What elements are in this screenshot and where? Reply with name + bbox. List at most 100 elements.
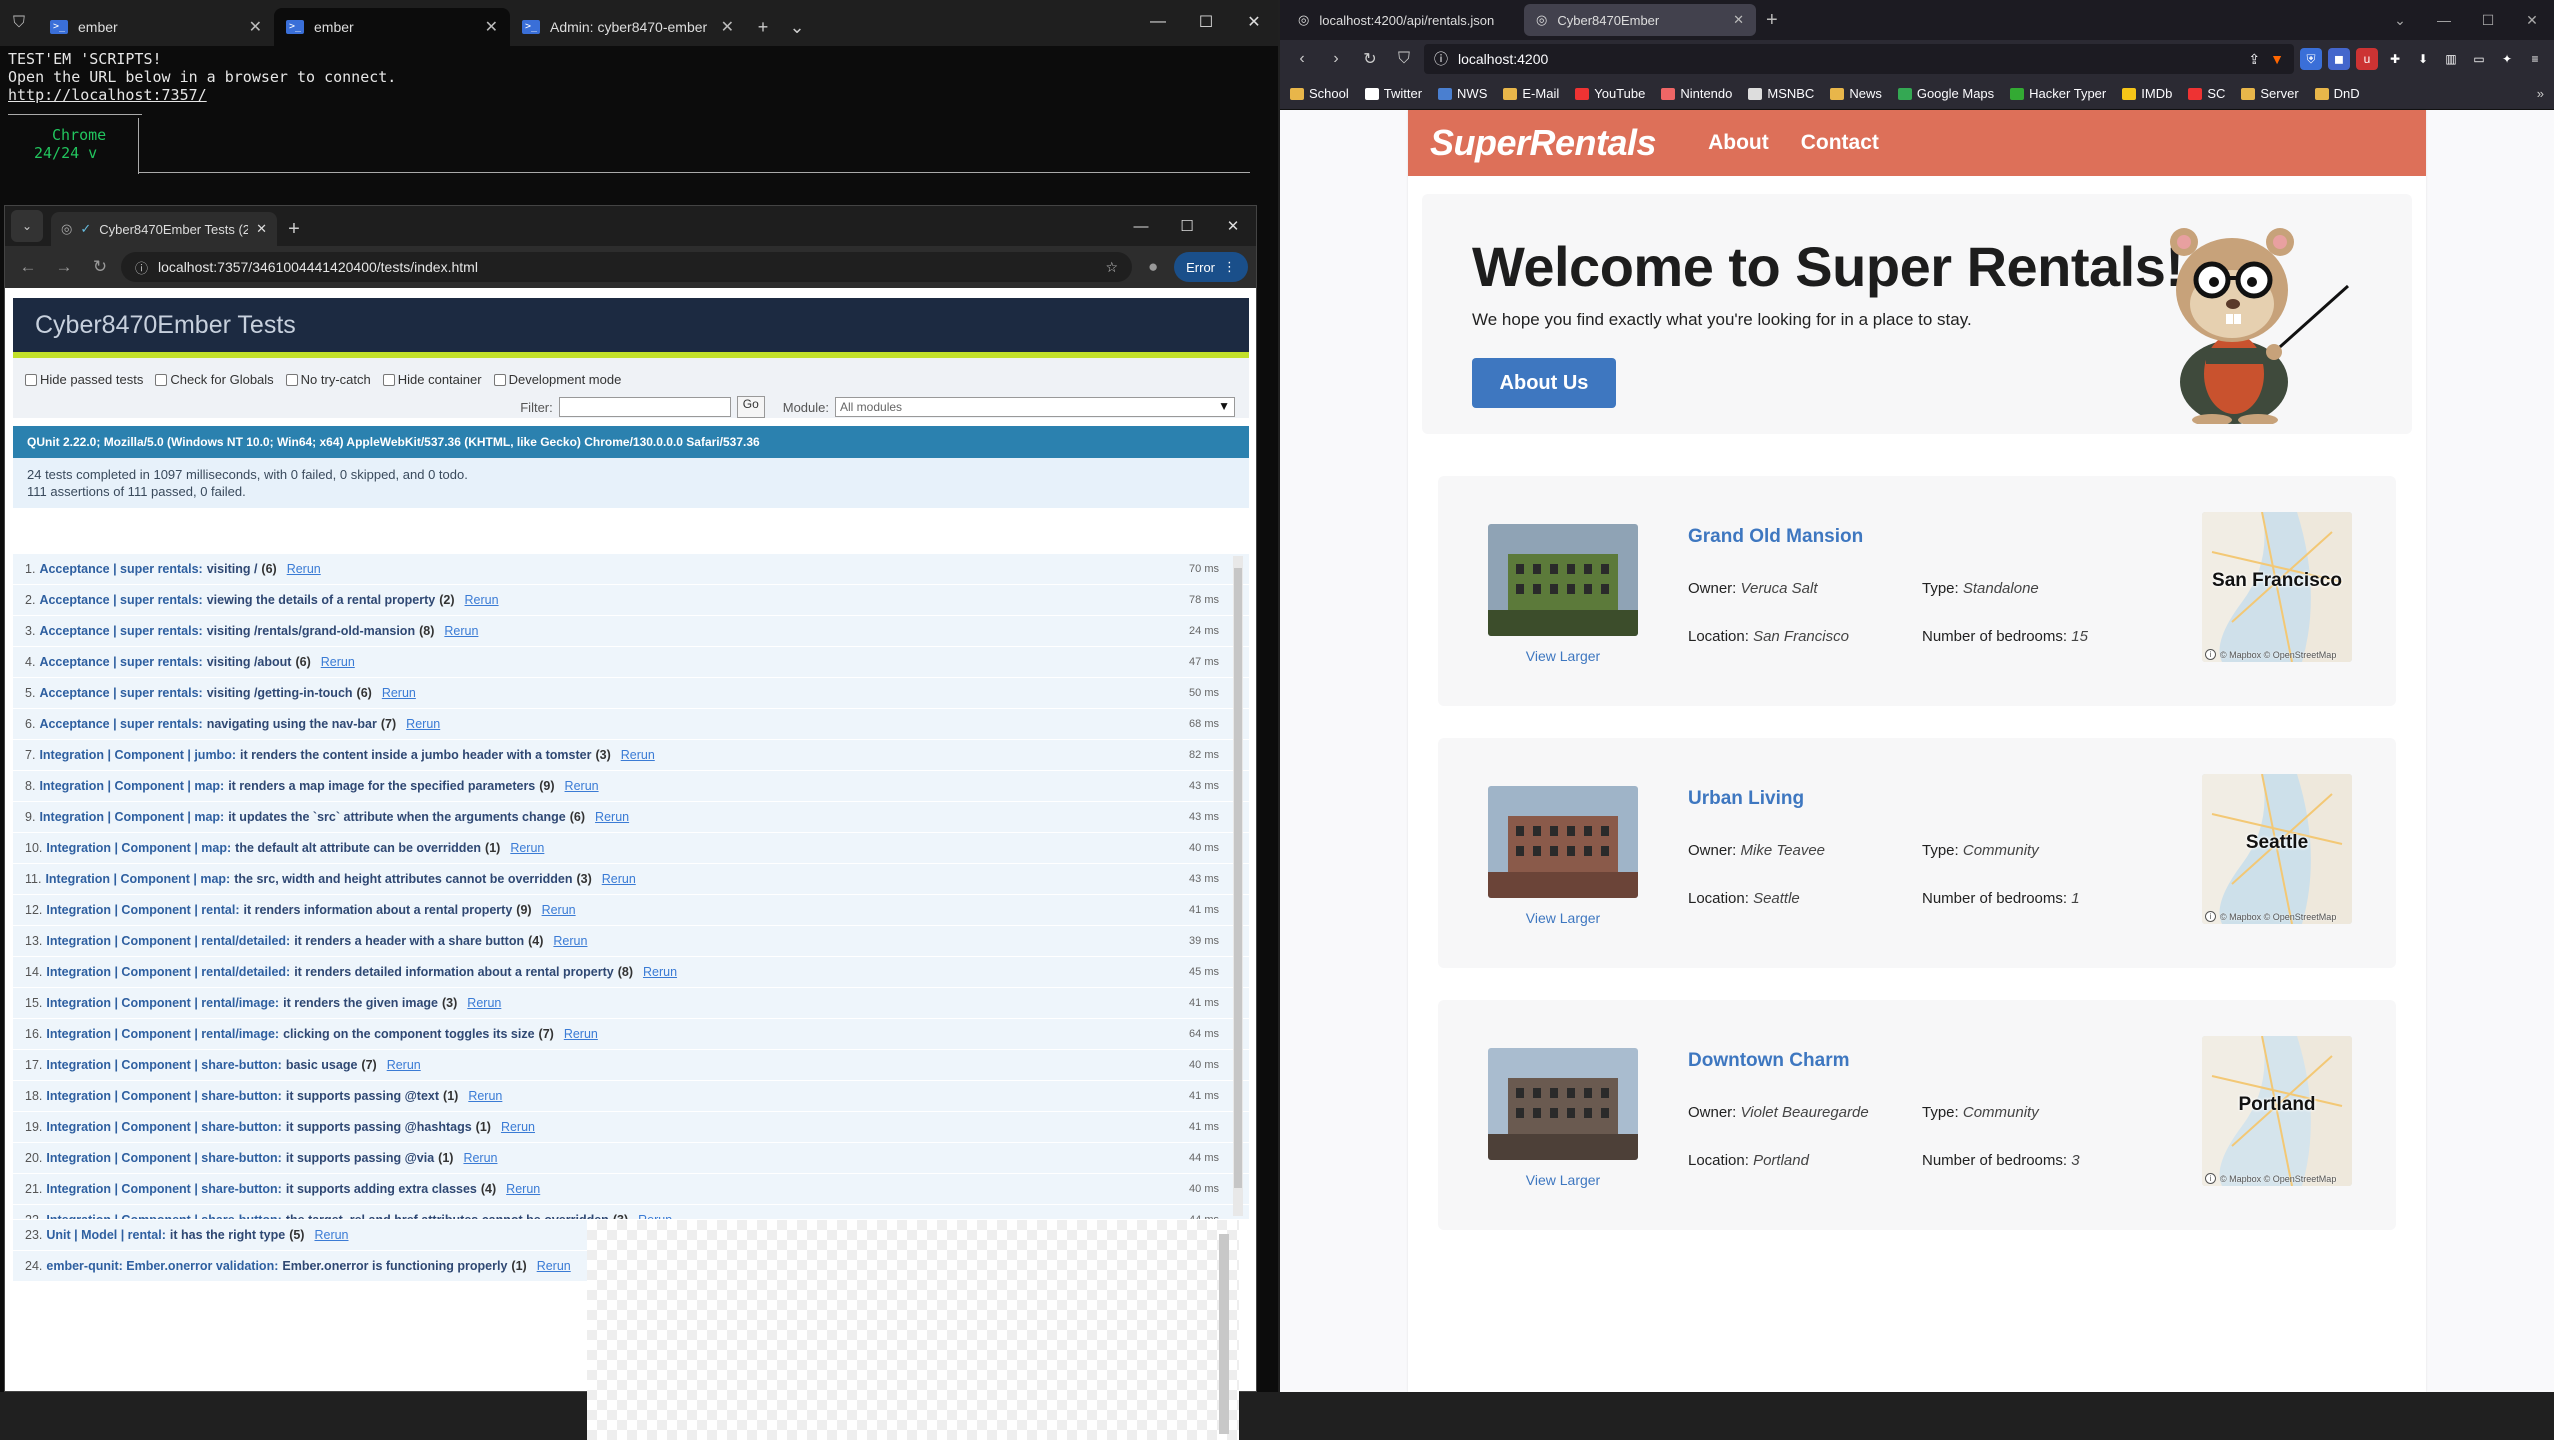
- test-row[interactable]: 16. Integration | Component | rental/imag…: [13, 1019, 1249, 1050]
- rerun-link[interactable]: Rerun: [406, 717, 440, 731]
- maximize-button[interactable]: ☐: [2466, 0, 2510, 40]
- map-info-icon[interactable]: i: [2205, 911, 2216, 922]
- test-row[interactable]: 9. Integration | Component | map: it updat…: [13, 802, 1249, 833]
- overflow-chevron-icon[interactable]: »: [2537, 86, 2544, 101]
- rental-title[interactable]: Grand Old Mansion: [1688, 526, 1863, 548]
- new-tab-button[interactable]: +: [277, 212, 311, 246]
- checkbox-icon[interactable]: [25, 373, 37, 386]
- view-larger-button[interactable]: View Larger: [1488, 1172, 1638, 1188]
- rerun-link[interactable]: Rerun: [621, 748, 655, 762]
- test-row[interactable]: 23. Unit | Model | rental: it has the righ…: [13, 1220, 587, 1251]
- bitwarden-icon[interactable]: ◼: [2328, 48, 2350, 70]
- nav-link-about[interactable]: About: [1708, 131, 1769, 155]
- option-checkbox[interactable]: Hide passed tests: [25, 372, 143, 387]
- tab-search-icon[interactable]: ⌄: [11, 210, 43, 242]
- checkbox-icon[interactable]: [382, 373, 395, 386]
- close-icon[interactable]: ✕: [249, 17, 262, 37]
- address-bar[interactable]: ⓘ localhost:4200 ⇪ ▼: [1424, 44, 2294, 74]
- bookmark-msnbc[interactable]: MSNBC: [1748, 86, 1814, 101]
- rerun-link[interactable]: Rerun: [314, 1228, 348, 1242]
- rerun-link[interactable]: Rerun: [643, 965, 677, 979]
- go-button[interactable]: Go: [736, 396, 765, 418]
- bookmark-dnd[interactable]: DnD: [2314, 86, 2360, 101]
- test-row[interactable]: 22. Integration | Component | share-butto…: [13, 1205, 1249, 1219]
- menu-icon[interactable]: ≡: [2524, 48, 2546, 70]
- rerun-link[interactable]: Rerun: [468, 1089, 502, 1103]
- module-select[interactable]: All modules ▼: [835, 397, 1235, 417]
- terminal-tab-3[interactable]: >_ Admin: cyber8470-ember [mai ✕: [510, 8, 746, 46]
- view-larger-button[interactable]: View Larger: [1488, 910, 1638, 926]
- rerun-link[interactable]: Rerun: [565, 779, 599, 793]
- checkbox-icon[interactable]: [285, 373, 298, 386]
- checkbox-icon[interactable]: [155, 373, 168, 386]
- scrollbar-thumb[interactable]: [1234, 568, 1242, 1188]
- map-info-icon[interactable]: i: [2205, 1173, 2216, 1184]
- rerun-link[interactable]: Rerun: [287, 562, 321, 576]
- rerun-link[interactable]: Rerun: [595, 810, 629, 824]
- close-button[interactable]: ✕: [1230, 0, 1278, 44]
- error-button[interactable]: Error ⋮: [1174, 252, 1248, 282]
- test-row[interactable]: 14. Integration | Component | rental/deta…: [13, 957, 1249, 988]
- bookmark-nintendo[interactable]: Nintendo: [1661, 86, 1732, 101]
- reload-icon[interactable]: ↻: [85, 252, 115, 282]
- rerun-link[interactable]: Rerun: [465, 593, 499, 607]
- test-row[interactable]: 10. Integration | Component | map: the def…: [13, 833, 1249, 864]
- option-checkbox[interactable]: Hide container: [382, 372, 482, 387]
- rerun-link[interactable]: Rerun: [444, 624, 478, 638]
- bookmark-e-mail[interactable]: E-Mail: [1503, 86, 1559, 101]
- terminal-url[interactable]: http://localhost:7357/: [8, 86, 207, 104]
- wallet-icon[interactable]: ▭: [2468, 48, 2490, 70]
- rerun-link[interactable]: Rerun: [463, 1151, 497, 1165]
- map-info-icon[interactable]: i: [2205, 649, 2216, 660]
- reload-icon[interactable]: ↻: [1356, 45, 1384, 73]
- back-icon[interactable]: ←: [13, 252, 43, 282]
- shield-icon[interactable]: ⛉: [0, 0, 38, 46]
- rerun-link[interactable]: Rerun: [553, 934, 587, 948]
- minimize-button[interactable]: —: [1118, 206, 1164, 246]
- chrome-tab[interactable]: ◎ ✓ Cyber8470Ember Tests (24/2 ✕: [51, 212, 277, 246]
- test-row[interactable]: 8. Integration | Component | map: it rende…: [13, 771, 1249, 802]
- shield-extension-icon[interactable]: ⛨: [2300, 48, 2322, 70]
- close-icon[interactable]: ✕: [1733, 12, 1744, 28]
- rerun-link[interactable]: Rerun: [564, 1027, 598, 1041]
- bookmark-imdb[interactable]: IMDb: [2122, 86, 2172, 101]
- scrollbar[interactable]: [1233, 556, 1243, 1216]
- test-row[interactable]: 11. Integration | Component | map: the src…: [13, 864, 1249, 895]
- rerun-link[interactable]: Rerun: [537, 1259, 571, 1273]
- new-tab-button[interactable]: +: [1766, 9, 1778, 32]
- about-us-button[interactable]: About Us: [1472, 358, 1616, 408]
- star-icon[interactable]: ☆: [1106, 259, 1119, 276]
- info-icon[interactable]: ⓘ: [1434, 49, 1448, 69]
- rerun-link[interactable]: Rerun: [638, 1213, 672, 1219]
- terminal-tab-2[interactable]: >_ ember ✕: [274, 8, 510, 46]
- checkbox-icon[interactable]: [493, 373, 506, 386]
- site-logo[interactable]: SuperRentals: [1430, 122, 1657, 164]
- bookmark-nws[interactable]: NWS: [1438, 86, 1487, 101]
- rerun-link[interactable]: Rerun: [387, 1058, 421, 1072]
- forward-icon[interactable]: ›: [1322, 45, 1350, 73]
- bookmark-school[interactable]: School: [1290, 86, 1349, 101]
- rerun-link[interactable]: Rerun: [321, 655, 355, 669]
- share-icon[interactable]: ⇪: [2248, 51, 2260, 68]
- test-row[interactable]: 3. Acceptance | super rentals: visiting /r…: [13, 616, 1249, 647]
- test-row[interactable]: 17. Integration | Component | share-butto…: [13, 1050, 1249, 1081]
- option-checkbox[interactable]: Development mode: [493, 372, 621, 387]
- test-row[interactable]: 18. Integration | Component | share-butto…: [13, 1081, 1249, 1112]
- rerun-link[interactable]: Rerun: [510, 841, 544, 855]
- rental-title[interactable]: Urban Living: [1688, 788, 1804, 810]
- terminal-tab-1[interactable]: >_ ember ✕: [38, 8, 274, 46]
- firefox-tab-2[interactable]: ◎ Cyber8470Ember ✕: [1524, 4, 1756, 36]
- test-row[interactable]: 24. ember-qunit: Ember.onerror validation…: [13, 1251, 587, 1282]
- forward-icon[interactable]: →: [49, 252, 79, 282]
- option-checkbox[interactable]: No try-catch: [285, 372, 371, 387]
- profile-icon[interactable]: ●: [1138, 252, 1168, 282]
- bookmark-icon[interactable]: ⛉: [1390, 45, 1418, 73]
- test-row[interactable]: 15. Integration | Component | rental/imag…: [13, 988, 1249, 1019]
- scrollbar[interactable]: [1219, 1234, 1229, 1434]
- bookmark-news[interactable]: News: [1830, 86, 1882, 101]
- bookmark-sc[interactable]: SC: [2188, 86, 2225, 101]
- test-row[interactable]: 20. Integration | Component | share-butto…: [13, 1143, 1249, 1174]
- new-tab-button[interactable]: +: [746, 8, 780, 46]
- rerun-link[interactable]: Rerun: [467, 996, 501, 1010]
- close-icon[interactable]: ✕: [485, 17, 498, 37]
